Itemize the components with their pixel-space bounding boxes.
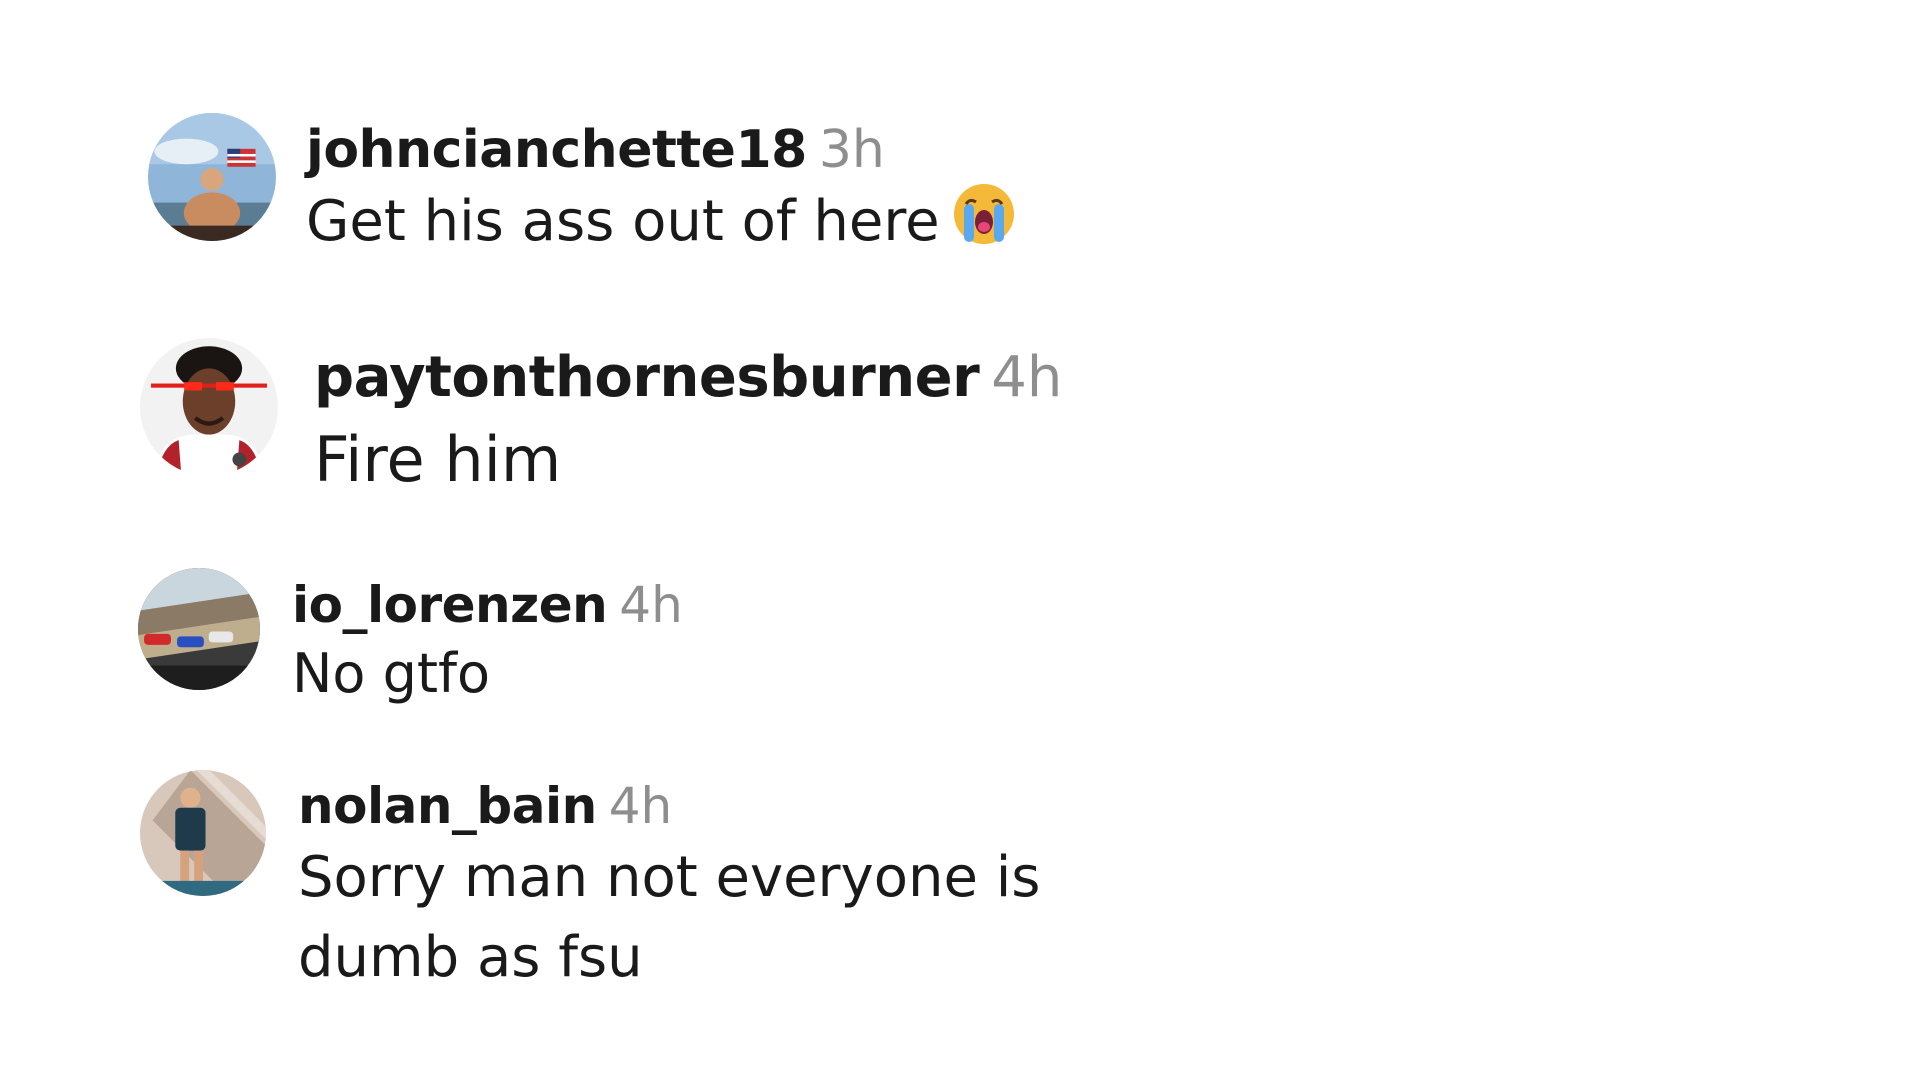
timestamp: 4h [608, 777, 673, 835]
comment-text: Sorry man not everyone is dumb as fsu [298, 845, 1041, 990]
comment-feed: johncianchette18 3h Get his ass out of he… [0, 0, 1920, 1080]
avatar-image-basketball-player [140, 338, 278, 476]
avatar[interactable] [138, 568, 260, 690]
avatar-image-boat-man [148, 113, 276, 241]
timestamp: 4h [991, 345, 1063, 410]
avatar-image-race-track [138, 568, 260, 690]
timestamp: 4h [619, 576, 683, 634]
username[interactable]: io_lorenzen [292, 576, 608, 634]
comment-text: No gtfo [292, 642, 491, 705]
username[interactable]: johncianchette18 [306, 120, 807, 180]
loudly-crying-face-icon [952, 182, 1016, 268]
username[interactable]: nolan_bain [298, 777, 597, 835]
avatar[interactable] [140, 338, 278, 476]
comment-text: Get his ass out of here [306, 189, 940, 255]
avatar-image-man-wall [140, 770, 266, 896]
avatar[interactable] [148, 113, 276, 241]
username[interactable]: paytonthornesburner [314, 345, 980, 410]
avatar[interactable] [140, 770, 266, 896]
comment-text: Fire him [314, 423, 562, 496]
timestamp: 3h [818, 120, 885, 180]
